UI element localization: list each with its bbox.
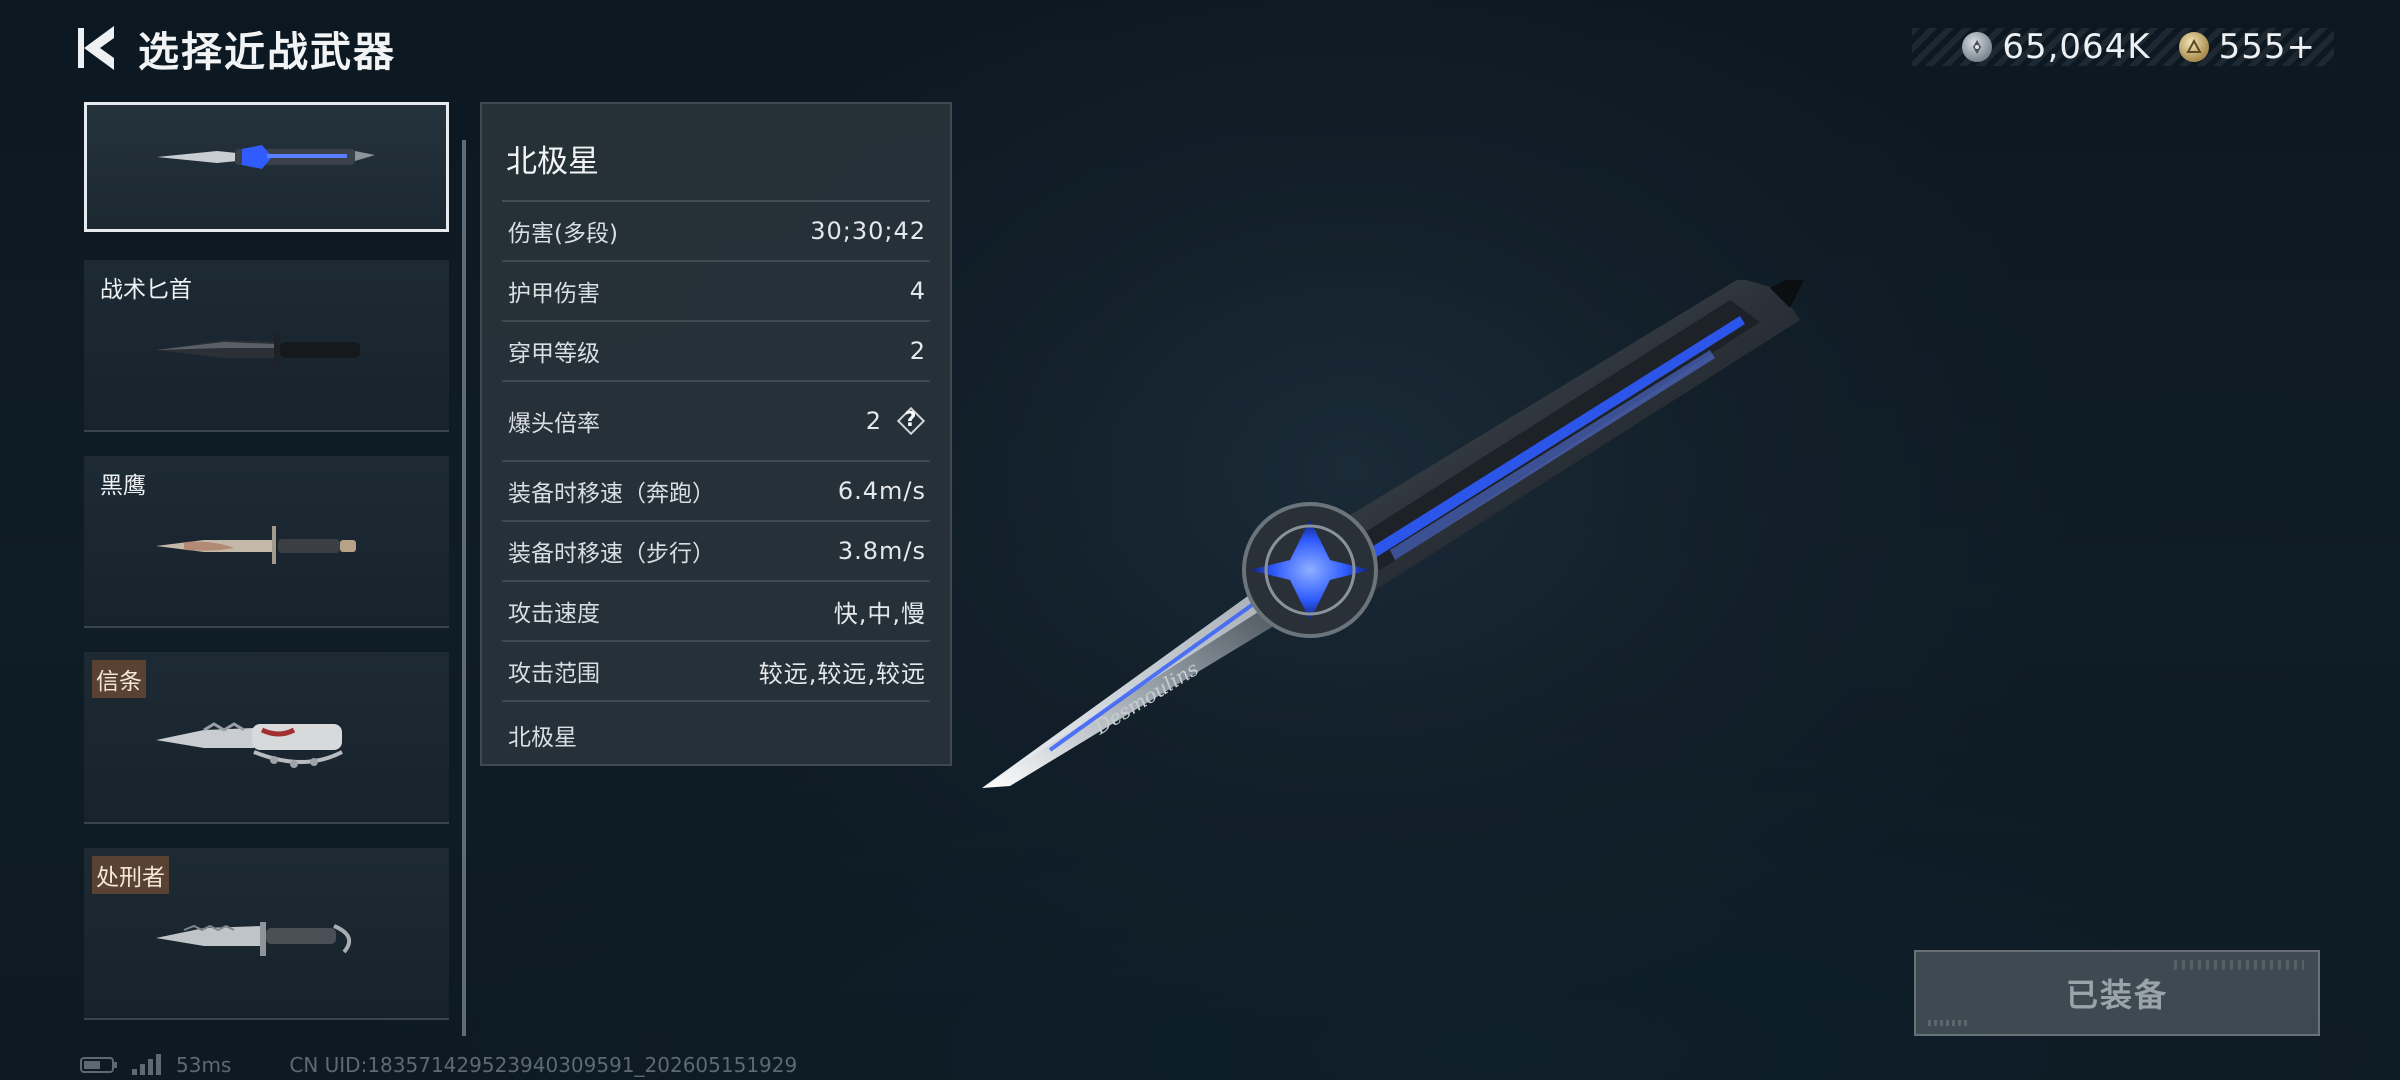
stat-value: 3.8m/s (837, 537, 926, 565)
back-arrow-icon (78, 26, 114, 70)
stat-value: 4 (909, 277, 926, 305)
stat-label: 穿甲等级 (508, 341, 600, 367)
equipped-label: 已装备 (2065, 976, 2168, 1014)
stat-row-armor-damage: 护甲伤害 4 (502, 262, 930, 322)
weapon-name-label: 战术匕首 (100, 277, 192, 303)
weapon-card-executioner[interactable]: 处刑者 (84, 848, 449, 1020)
stat-label: 攻击速度 (508, 601, 600, 627)
blade-engraving: Desmoulins (1089, 656, 1203, 739)
help-icon[interactable]: ? (896, 406, 926, 436)
stat-row-headshot-multiplier: 爆头倍率 2 ? (502, 382, 930, 462)
user-uid: CN UID:18357142952394030959​1_2026051519… (289, 1053, 798, 1077)
stat-label: 装备时移速（奔跑） (508, 481, 715, 507)
silver-coin-icon (1962, 32, 1993, 62)
stat-label: 装备时移速（步行） (508, 541, 715, 567)
weapon-card-creed[interactable]: 信条 (84, 652, 449, 824)
currency-silver[interactable]: 65,064K (1962, 27, 2150, 67)
weapon-description: 北极星 (508, 725, 577, 751)
weapon-name-heading: 北极星 (506, 144, 599, 180)
stat-value: 30;30;42 (810, 217, 926, 245)
stat-value-with-help: 2 ? (866, 406, 926, 436)
stat-row-penetration-level: 穿甲等级 2 (502, 322, 930, 382)
black-eagle-thumbnail (156, 526, 356, 564)
currency-gold[interactable]: 555+ (2178, 27, 2316, 67)
ping-value: 53ms (176, 1053, 232, 1077)
gold-coin-icon (2178, 32, 2209, 62)
weapon-name-label: 黑鹰 (100, 473, 146, 499)
title-hatch-decoration (378, 34, 650, 64)
stat-label: 爆头倍率 (508, 411, 600, 437)
weapon-list[interactable]: 战术匕首 黑鹰 信条 处刑者 (84, 102, 449, 1022)
stat-label: 伤害(多段) (508, 221, 618, 247)
button-decoration (2174, 960, 2304, 970)
equipped-button[interactable]: 已装备 (1914, 950, 2320, 1036)
stat-label: 护甲伤害 (508, 281, 600, 307)
creed-knife-thumbnail (156, 722, 343, 768)
stat-row-walk-speed: 装备时移速（步行） 3.8m/s (502, 522, 930, 582)
currency-bar: 65,064K 555+ (1912, 27, 2334, 67)
stat-row-attack-speed: 攻击速度 快,中,慢 (502, 582, 930, 642)
stat-value: 较远,较远,较远 (758, 659, 926, 688)
polaris-knife-thumbnail (157, 145, 375, 169)
stat-row-damage: 伤害(多段) 30;30;42 (502, 202, 930, 262)
weapon-name-tag: 处刑者 (92, 856, 169, 894)
weapon-card-tactical-dagger[interactable]: 战术匕首 (84, 260, 449, 432)
stat-value: 2 (909, 337, 926, 365)
battery-icon (80, 1057, 117, 1073)
weapon-card-polaris[interactable] (84, 102, 449, 232)
stat-value: 6.4m/s (837, 477, 926, 505)
back-button[interactable] (78, 22, 124, 74)
status-bar: 53ms CN UID:18357142952394030959​1_20260… (80, 1052, 797, 1078)
stat-value: 快,中,慢 (833, 599, 926, 628)
melee-select-screen: 选择近战武器 65,064K 555+ 战术匕首 黑鹰 信条 处刑者 北极星 伤… (0, 0, 2400, 1080)
weapon-card-black-eagle[interactable]: 黑鹰 (84, 456, 449, 628)
button-decoration (1928, 1020, 1968, 1026)
executioner-knife-thumbnail (156, 922, 352, 956)
stat-label: 攻击范围 (508, 661, 600, 687)
gold-amount: 555+ (2218, 27, 2316, 67)
weapon-3d-preview[interactable]: Desmoulins (970, 280, 1820, 800)
silver-amount: 65,064K (2002, 27, 2151, 67)
signal-icon (132, 1054, 161, 1075)
stat-value: 2 (865, 407, 882, 435)
weapon-list-scrollbar[interactable] (462, 140, 466, 1036)
polaris-knife-model: Desmoulins (982, 280, 1804, 788)
page-header: 选择近战武器 (138, 22, 650, 76)
weapon-name-tag: 信条 (92, 660, 146, 698)
help-question-mark: ? (904, 407, 918, 431)
stat-row-attack-range: 攻击范围 较远,较远,较远 (502, 642, 930, 702)
page-title: 选择近战武器 (138, 28, 396, 76)
stat-row-run-speed: 装备时移速（奔跑） 6.4m/s (502, 462, 930, 522)
tactical-dagger-thumbnail (156, 332, 360, 366)
weapon-stats-panel: 北极星 伤害(多段) 30;30;42 护甲伤害 4 穿甲等级 2 爆头倍率 2… (480, 102, 952, 766)
